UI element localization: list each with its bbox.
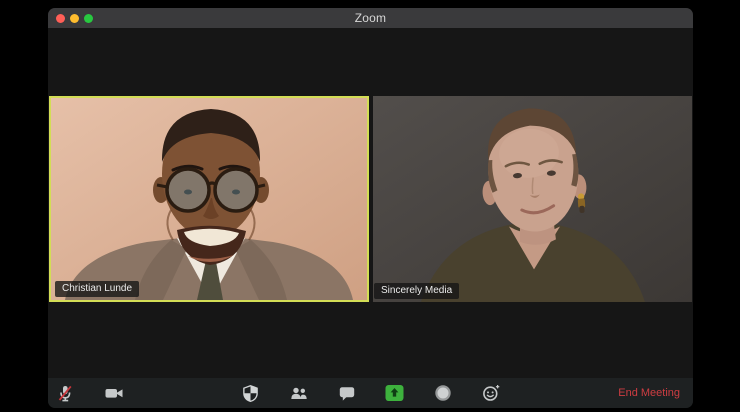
share-screen-button[interactable]	[383, 381, 407, 405]
reactions-icon	[482, 385, 499, 401]
video-tile-christian-lunde[interactable]: Christian Lunde	[49, 96, 369, 302]
close-button[interactable]	[56, 13, 65, 23]
end-meeting-button[interactable]: End Meeting	[618, 378, 680, 408]
start-video-button[interactable]	[102, 381, 126, 405]
chat-button[interactable]	[335, 381, 359, 405]
shield-icon	[243, 384, 258, 402]
security-button[interactable]	[239, 381, 263, 405]
participants-button[interactable]	[287, 381, 311, 405]
traffic-lights	[48, 8, 93, 28]
screenshot-stage: Zoom Christian Lunde Sincerely Media End…	[0, 0, 740, 412]
reactions-button[interactable]	[479, 381, 503, 405]
mute-button[interactable]	[53, 381, 77, 405]
participant-name-label: Christian Lunde	[55, 281, 140, 297]
fullscreen-button[interactable]	[84, 13, 93, 23]
minimize-button[interactable]	[70, 13, 79, 23]
share-screen-icon	[385, 385, 404, 401]
record-icon	[434, 385, 451, 401]
toolbar-center-group	[239, 378, 503, 408]
zoom-window: Zoom Christian Lunde Sincerely Media End…	[48, 8, 693, 408]
participants-icon	[290, 387, 307, 399]
microphone-muted-icon	[58, 385, 72, 402]
chat-bubble-icon	[339, 387, 354, 401]
record-button[interactable]	[431, 381, 455, 405]
window-titlebar[interactable]: Zoom	[48, 8, 693, 28]
meeting-toolbar: End Meeting	[48, 378, 693, 408]
participant-video-feed	[373, 96, 692, 302]
participant-video-feed	[51, 98, 367, 300]
participant-name-label: Sincerely Media	[374, 283, 460, 299]
video-tile-sincerely-media[interactable]: Sincerely Media	[373, 96, 692, 302]
toolbar-left-group	[53, 378, 126, 408]
window-title: Zoom	[354, 11, 387, 25]
video-camera-icon	[105, 389, 123, 398]
